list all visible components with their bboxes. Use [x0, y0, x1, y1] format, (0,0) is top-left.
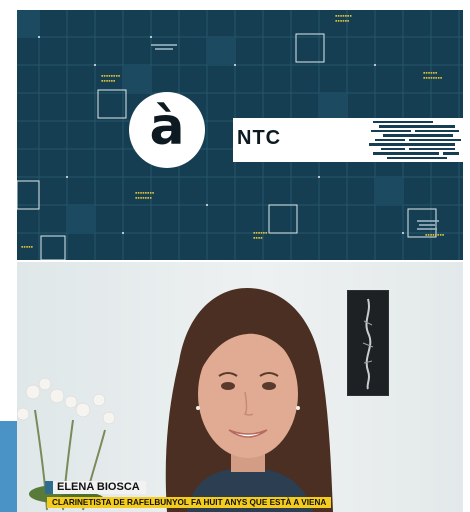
speaker-name: ELENA BIOSCA [53, 481, 146, 494]
lower-third-marker [45, 481, 53, 494]
decorative-code-tag: ▪▪▪▪▪ [21, 244, 34, 249]
barcode-stripes [369, 121, 461, 159]
logo-glyph: à [149, 97, 185, 157]
ntc-title-card: ▪▪▪▪▪▪▪ ▪▪▪▪▪▪ ▪▪▪▪▪▪▪▪ ▪▪▪▪▪▪ ▪▪▪▪▪▪ ▪▪… [17, 10, 463, 260]
channel-logo: à [129, 92, 205, 168]
decorative-code-tag: ▪▪▪▪▪▪▪ ▪▪▪▪▪▪ [335, 13, 352, 23]
decorative-code-tag: ▪▪▪▪▪▪▪▪ ▪▪▪▪▪▪ [101, 73, 121, 83]
grid-highlight-square [295, 33, 325, 63]
grid-highlight-square [97, 89, 127, 119]
interviewee [165, 288, 333, 512]
speaker-caption: CLARINETISTA DE RAFELBUNYOL FA HUIT ANYS… [47, 497, 332, 508]
grid-highlight-square [40, 235, 66, 260]
grid-highlight-square [268, 204, 298, 234]
decorative-code-tag: ▪▪▪▪▪▪▪▪ ▪▪▪▪▪▪▪ [135, 190, 155, 200]
program-title-bar: NTC [233, 118, 463, 162]
decorative-code-tag: ▪▪▪▪▪▪ ▪▪▪▪▪▪▪▪ [423, 70, 443, 80]
decorative-code-tag: ▪▪▪▪▪▪ ▪▪▪▪ [253, 230, 268, 240]
video-interview-frame [17, 262, 463, 512]
decorative-code-tag: ▪▪▪▪▪▪▪▪ [425, 232, 445, 237]
side-accent-bar [0, 421, 17, 512]
